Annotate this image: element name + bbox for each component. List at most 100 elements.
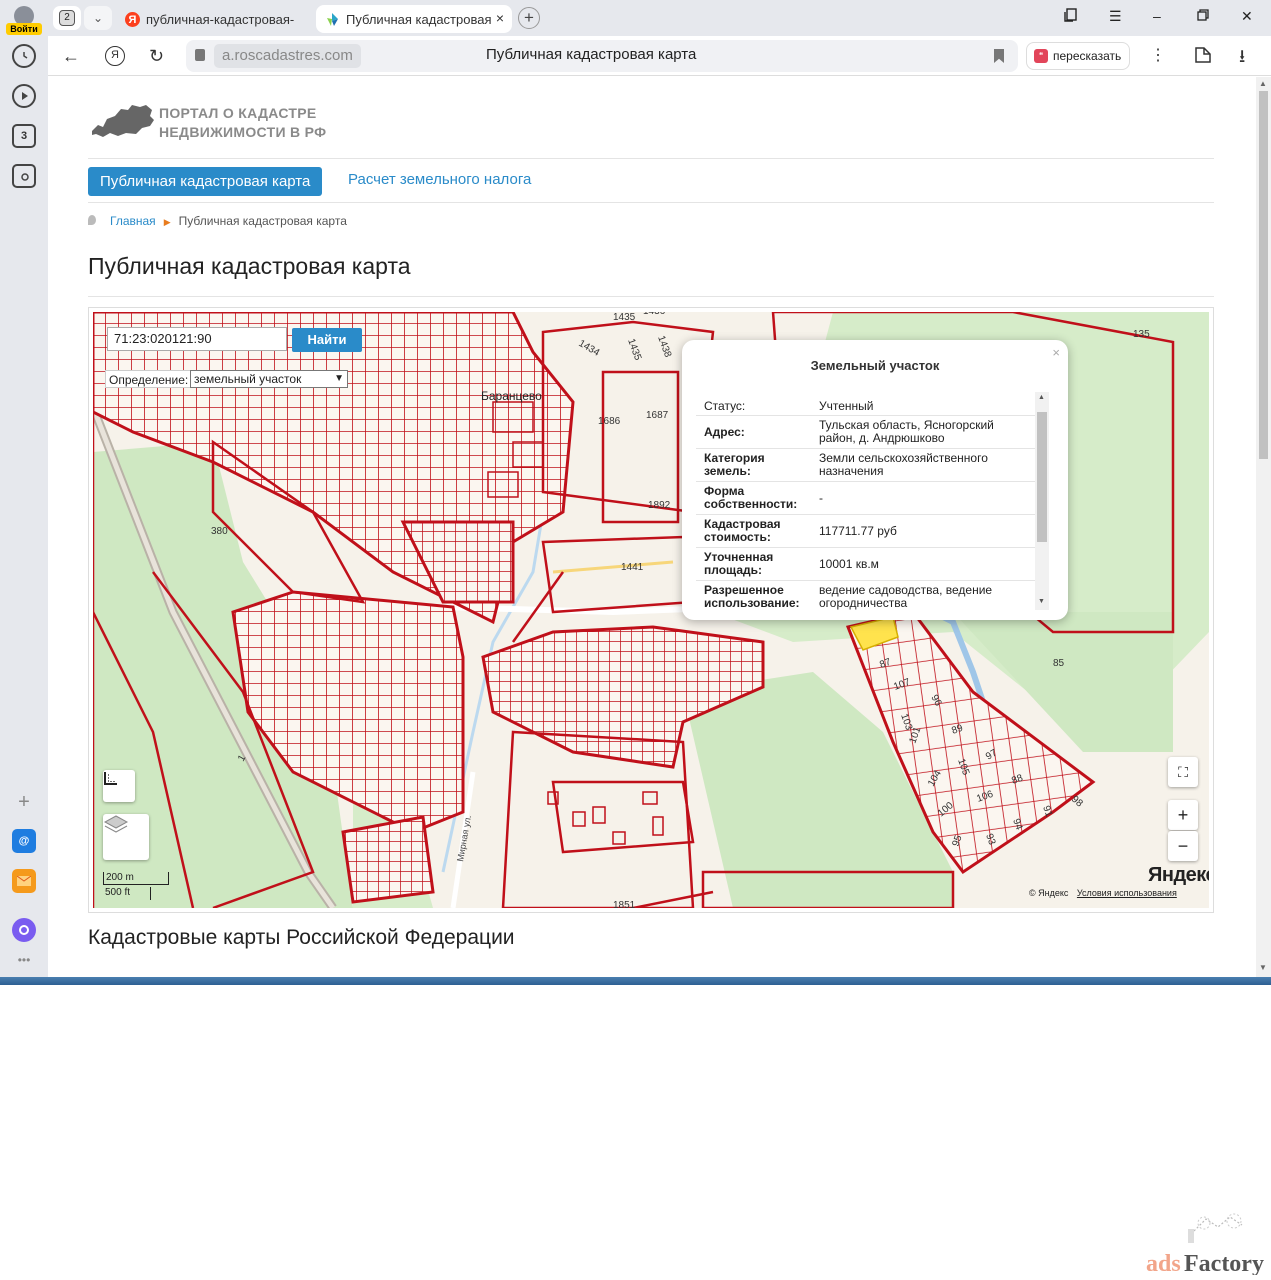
parcel-number: 1892 [648,500,671,511]
retell-button[interactable]: ❝ пересказать [1026,42,1131,70]
new-tab-button[interactable]: + [518,7,540,29]
divider [88,296,1214,297]
logo-line-2: НЕДВИЖИМОСТИ В РФ [159,124,327,140]
scroll-down-icon[interactable]: ▼ [1038,598,1045,605]
login-button[interactable]: Войти [6,6,42,36]
ruler-icon[interactable] [103,770,135,802]
info-value: 10001 кв.м [819,557,879,571]
find-button[interactable]: Найти [292,328,362,352]
section-heading: Кадастровые карты Российской Федерации [88,926,515,949]
alice-assistant-icon[interactable] [12,918,36,942]
minimize-icon[interactable]: – [1153,8,1161,24]
info-row: Адрес: Тульская область, Ясногорский рай… [696,416,1038,449]
popup-scrollbar[interactable]: ▲ ▼ [1035,392,1049,610]
info-value: 117711.77 руб [819,524,897,538]
web-page: ПОРТАЛ О КАДАСТРЕ НЕДВИЖИМОСТИ В РФ Публ… [48,77,1256,977]
zoom-out-button[interactable]: − [1168,831,1198,861]
parcel-number: 135 [1133,329,1150,340]
yandex-home-icon[interactable]: Я [105,46,125,66]
tab-cadastral-map[interactable]: Публичная кадастровая × [316,5,512,33]
scrollbar-thumb[interactable] [1259,91,1268,459]
site-logo-text[interactable]: ПОРТАЛ О КАДАСТРЕ НЕДВИЖИМОСТИ В РФ [159,104,326,142]
definition-value: земельный участок [194,372,302,386]
tab-search[interactable]: Я публичная-кадастровая- [116,5,308,33]
info-key: Разрешенное использование: [704,583,800,610]
page-title: Публичная кадастровая карта [88,253,411,279]
play-icon[interactable] [12,84,36,108]
scroll-down-icon[interactable]: ▼ [1259,963,1267,972]
scroll-up-icon[interactable]: ▲ [1259,79,1267,88]
add-panel-icon[interactable]: + [12,790,36,814]
mail-envelope-icon[interactable] [12,869,36,893]
nav-cadastral-map[interactable]: Публичная кадастровая карта [88,167,323,196]
cadastral-map[interactable]: 1435 1434 1435 1436 1438 135 1686 1687 1… [93,312,1209,908]
counter-badge-icon[interactable]: 3 [12,124,36,148]
tab-count-button[interactable]: 2 [53,6,81,30]
bookmark-icon[interactable] [994,49,1004,63]
tab-strip: 2 ⌄ Я публичная-кадастровая- Публичная к… [48,0,1271,36]
info-row: Разрешенное использование: ведение садов… [696,581,1038,610]
adsfactory-watermark: ads Factory [1144,1213,1270,1277]
popup-close-icon[interactable]: × [1052,345,1060,360]
reading-list-icon[interactable] [1194,46,1212,68]
definition-label: Определение: [105,370,193,388]
terms-link[interactable]: Условия использования [1077,888,1177,898]
browser-sidebar: Войти 3 + @ ••• [0,0,48,985]
url-field[interactable]: a.roscadastres.com Публичная кадастровая… [186,40,1018,72]
info-row: Кадастровая стоимость: 117711.77 руб [696,515,1038,548]
screenshot-icon[interactable] [12,164,36,188]
breadcrumb-current: Публичная кадастровая карта [178,214,347,228]
url-page-title: Публичная кадастровая карта [486,46,697,63]
map-frame: 1435 1434 1435 1436 1438 135 1686 1687 1… [88,307,1214,913]
location-pin-icon [88,215,96,225]
retell-icon: ❝ [1034,49,1048,63]
reload-icon[interactable]: ↻ [149,46,164,66]
history-icon[interactable] [12,44,36,68]
login-label: Войти [6,23,42,35]
more-vertical-icon[interactable]: ⋮ [1150,46,1166,66]
svg-text:ads: ads [1146,1251,1181,1275]
layers-icon[interactable] [103,814,149,860]
svg-text:Factory: Factory [1184,1251,1264,1275]
tab-close-icon[interactable]: × [492,10,504,26]
info-value: ведение садоводства, ведение огородничес… [819,583,993,610]
mail-at-icon[interactable]: @ [12,829,36,853]
collections-icon[interactable] [1064,8,1078,25]
back-arrow-icon[interactable]: ← [62,46,80,66]
parcel-number: 1435 [613,312,636,323]
more-dots-icon[interactable]: ••• [12,948,36,972]
yandex-favicon-icon: Я [125,12,140,27]
nav-land-tax[interactable]: Расчет земельного налога [348,171,531,188]
breadcrumb-arrow-icon: ▶ [163,217,171,227]
browser-window: Войти 3 + @ ••• 2 ⌄ Я публичная-кадастро… [0,0,1271,985]
fullscreen-icon[interactable]: ⛶ [1168,757,1198,787]
parcel-number: 85 [1053,658,1065,669]
yandex-logo: Яндекс [1148,864,1209,886]
cadastral-number-input[interactable]: 71:23:020121:90 [107,327,287,351]
info-row: Категория земель: Земли сельскохозяйстве… [696,449,1038,482]
definition-select[interactable]: земельный участок ▼ [190,370,348,388]
restore-icon[interactable] [1197,8,1209,24]
info-key: Уточненная площадь: [704,550,774,577]
tab-count: 2 [59,10,75,26]
info-key: Категория земель: [704,451,765,478]
scroll-up-icon[interactable]: ▲ [1038,394,1045,401]
page-scrollbar[interactable]: ▲ ▼ [1256,77,1271,977]
select-arrow-icon: ▼ [334,373,344,384]
breadcrumb-home[interactable]: Главная [110,214,156,228]
zoom-in-button[interactable]: + [1168,800,1198,830]
taskbar-strip [0,977,1271,985]
download-icon[interactable]: ⭳ [1239,46,1245,66]
parcel-info-table: Статус: Учтенный Адрес: Тульская область… [696,392,1038,610]
close-window-icon[interactable]: ✕ [1241,8,1253,25]
scrollbar-thumb[interactable] [1037,412,1047,542]
info-key: Кадастровая стоимость: [704,517,781,544]
chevron-down-icon[interactable]: ⌄ [84,6,112,30]
allotment-cluster [341,815,435,904]
breadcrumb: Главная ▶ Публичная кадастровая карта [88,214,347,228]
menu-icon[interactable]: ☰ [1109,8,1122,25]
scale-imperial: 500 ft [103,887,151,900]
tab-title: публичная-кадастровая- [146,11,295,27]
parcel-number: 1436 [643,312,666,317]
parcel-number: 1686 [598,416,621,427]
